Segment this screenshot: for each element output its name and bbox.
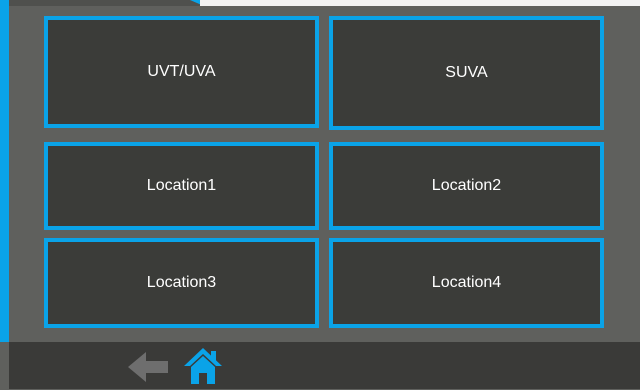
location2-button[interactable]: Location2 <box>329 142 604 230</box>
location1-label: Location1 <box>146 177 217 194</box>
left-accent-bar <box>0 0 9 342</box>
location3-button[interactable]: Location3 <box>44 238 319 328</box>
suva-label: SUVA <box>445 64 488 81</box>
location2-label: Location2 <box>431 177 502 194</box>
location4-button[interactable]: Location4 <box>329 238 604 328</box>
location4-label: Location4 <box>431 274 502 291</box>
uvt-uva-button[interactable]: UVT/UVA <box>44 16 319 128</box>
home-icon[interactable] <box>183 347 223 385</box>
uvt-uva-label: UVT/UVA <box>147 63 216 80</box>
location1-button[interactable]: Location1 <box>44 142 319 230</box>
top-window-edge <box>200 0 640 6</box>
location3-label: Location3 <box>146 274 217 291</box>
main-menu-screen: UVT/UVA SUVA Location1 Location2 Locatio… <box>0 0 640 389</box>
suva-button[interactable]: SUVA <box>329 16 604 130</box>
back-arrow-icon[interactable] <box>127 350 169 384</box>
footer-nav-bar <box>9 342 640 389</box>
